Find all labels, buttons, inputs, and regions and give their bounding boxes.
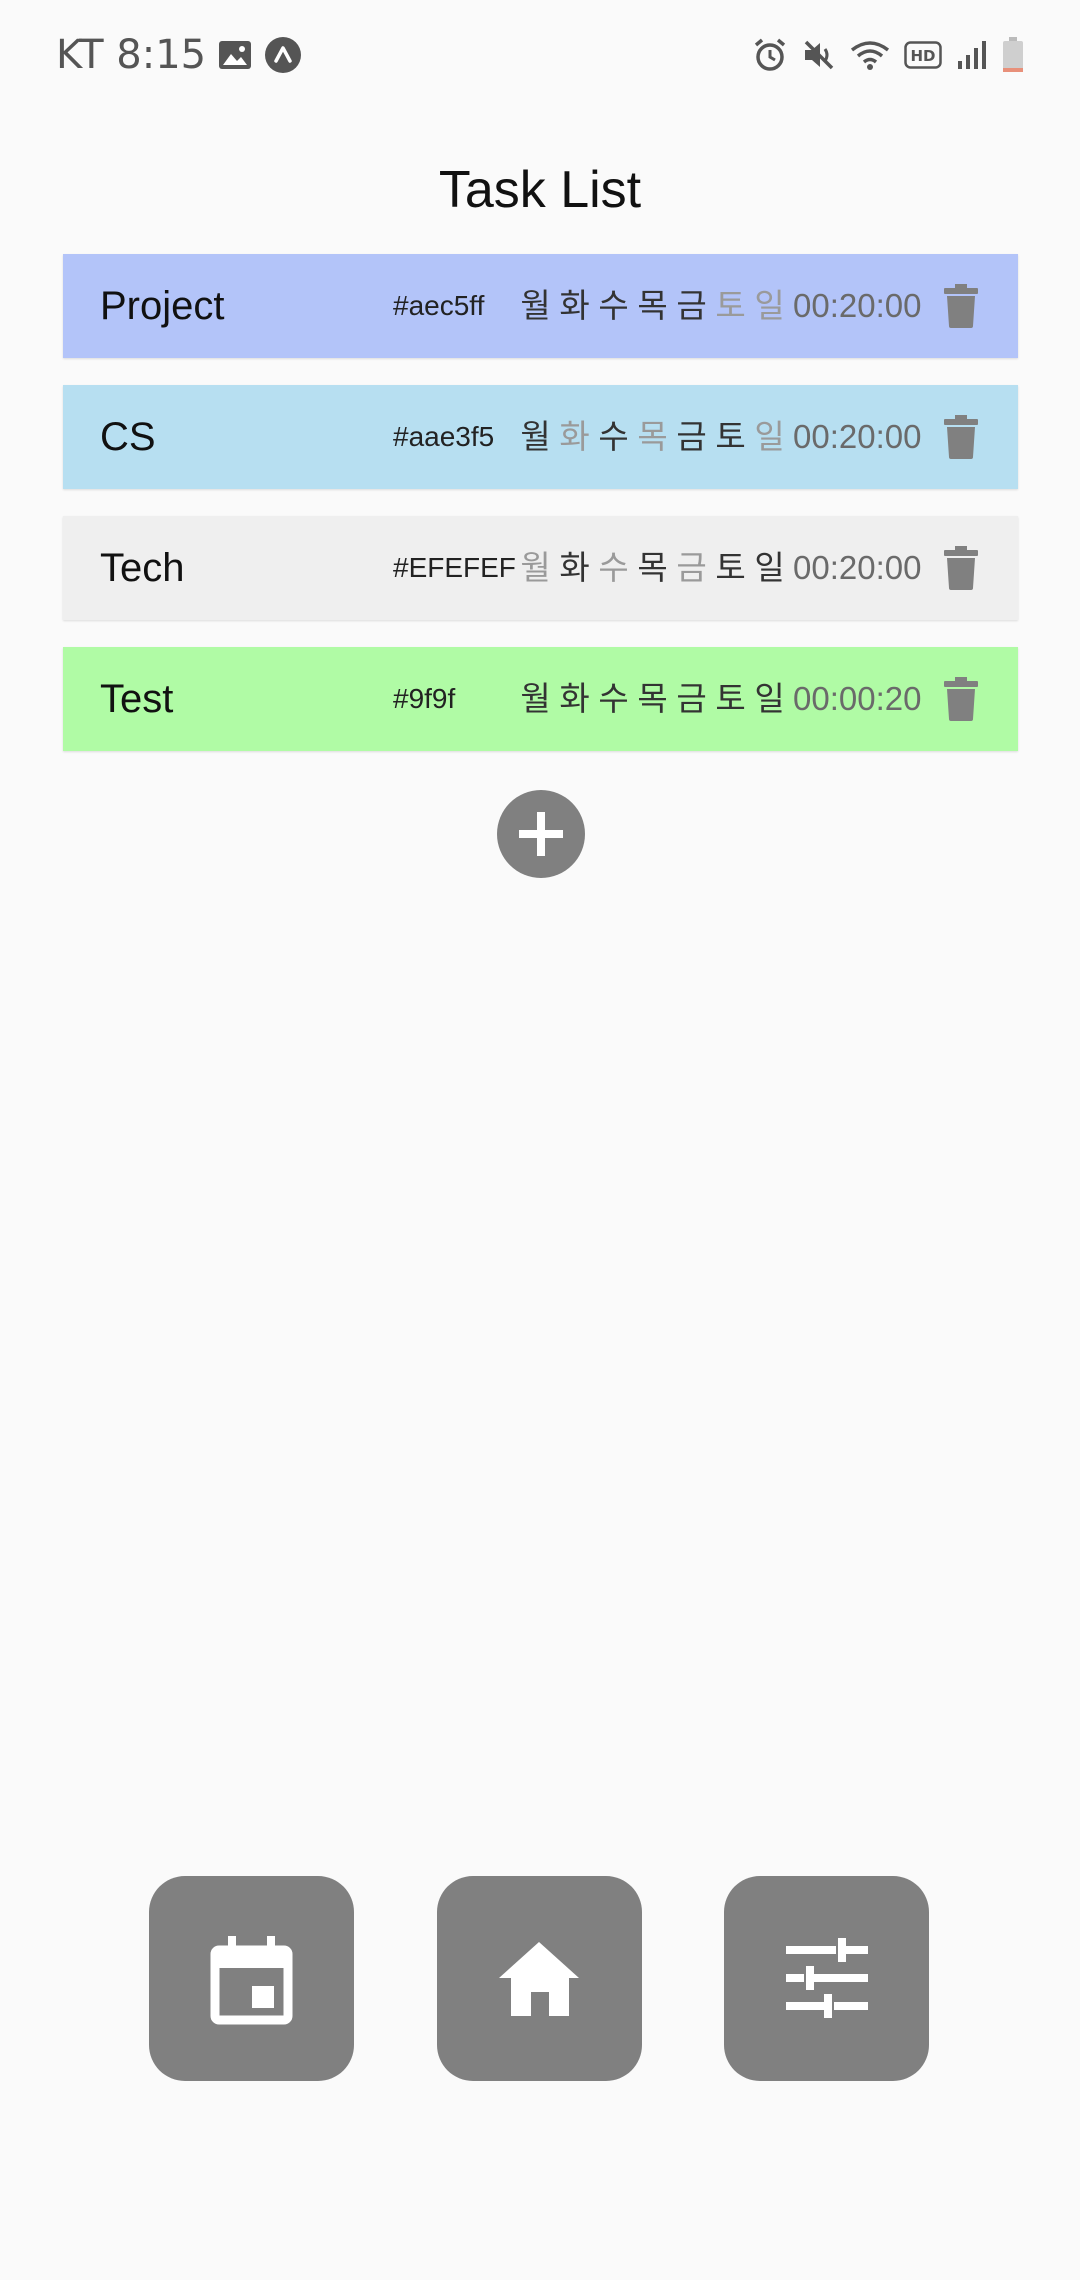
weekday-toggle[interactable]: 토	[713, 254, 748, 358]
task-list: Project #aec5ff 월 화 수 목 금 토 일 00:20:00 CS #aae3f5 월 화…	[63, 254, 1018, 778]
weekday-toggle[interactable]: 목	[635, 385, 670, 489]
image-icon	[218, 40, 252, 70]
wifi-icon	[850, 38, 890, 72]
weekday-toggle[interactable]: 월	[518, 647, 553, 751]
calendar-icon	[210, 1936, 293, 2025]
task-duration[interactable]: 00:00:20	[793, 647, 921, 751]
weekday-toggle[interactable]: 토	[713, 385, 748, 489]
weekday-selector: 월화수목금토일	[518, 385, 787, 489]
app-notification-icon	[264, 36, 302, 74]
weekday-toggle[interactable]: 화	[557, 254, 592, 358]
weekday-toggle[interactable]: 수	[596, 647, 631, 751]
weekday-selector: 월화수목금토일	[518, 647, 787, 751]
plus-icon	[519, 812, 563, 856]
weekday-toggle[interactable]: 월	[518, 385, 553, 489]
delete-task-button[interactable]	[944, 546, 978, 590]
weekday-selector: 월화수목금토일	[518, 254, 787, 358]
task-duration[interactable]: 00:20:00	[793, 254, 921, 358]
weekday-toggle[interactable]: 목	[635, 254, 670, 358]
task-color-code: #EFEFEF	[393, 552, 516, 583]
weekday-toggle[interactable]: 화	[557, 516, 592, 620]
mute-icon	[802, 38, 836, 72]
task-row[interactable]: Test #9f9f 월 화 수 목 금 토 일 00:00:20	[63, 647, 1018, 751]
page-title: Task List	[438, 161, 642, 219]
bottom-nav	[0, 1876, 1080, 2082]
trash-icon	[944, 284, 978, 328]
home-icon	[499, 1942, 579, 2016]
trash-icon	[944, 415, 978, 459]
weekday-toggle[interactable]: 수	[596, 254, 631, 358]
sliders-icon	[786, 1938, 868, 2018]
weekday-toggle[interactable]: 토	[713, 516, 748, 620]
home-button[interactable]	[437, 1876, 642, 2081]
delete-task-button[interactable]	[944, 677, 978, 721]
alarm-icon	[752, 37, 788, 73]
task-duration[interactable]: 00:20:00	[793, 385, 921, 489]
weekday-toggle[interactable]: 목	[635, 647, 670, 751]
status-right: HD	[752, 32, 1024, 78]
status-left: KT 8:15	[56, 30, 302, 80]
weekday-selector: 월화수목금토일	[518, 516, 787, 620]
task-color-code: #9f9f	[393, 683, 456, 714]
task-name: CS	[100, 415, 156, 459]
weekday-toggle[interactable]: 일	[752, 647, 787, 751]
delete-task-button[interactable]	[944, 284, 978, 328]
weekday-toggle[interactable]: 금	[674, 516, 709, 620]
carrier-time: KT 8:15	[56, 32, 207, 78]
settings-button[interactable]	[724, 1876, 929, 2081]
task-color-code: #aae3f5	[393, 421, 495, 452]
task-row[interactable]: Project #aec5ff 월 화 수 목 금 토 일 00:20:00	[63, 254, 1018, 358]
delete-task-button[interactable]	[944, 415, 978, 459]
signal-icon	[956, 39, 988, 71]
weekday-toggle[interactable]: 일	[752, 385, 787, 489]
task-row[interactable]: Tech #EFEFEF 월 화 수 목 금 토 일 00:20:00	[63, 516, 1018, 620]
weekday-toggle[interactable]: 금	[674, 254, 709, 358]
task-name: Test	[100, 677, 174, 721]
status-bar: KT 8:15 HD	[0, 0, 1080, 110]
hd-icon: HD	[904, 41, 942, 69]
weekday-toggle[interactable]: 월	[518, 516, 553, 620]
weekday-toggle[interactable]: 금	[674, 647, 709, 751]
trash-icon	[944, 546, 978, 590]
calendar-button[interactable]	[149, 1876, 354, 2081]
weekday-toggle[interactable]: 수	[596, 516, 631, 620]
task-duration[interactable]: 00:20:00	[793, 516, 921, 620]
weekday-toggle[interactable]: 목	[635, 516, 670, 620]
weekday-toggle[interactable]: 수	[596, 385, 631, 489]
weekday-toggle[interactable]: 화	[557, 385, 592, 489]
weekday-toggle[interactable]: 토	[713, 647, 748, 751]
task-color-code: #aec5ff	[393, 290, 485, 321]
weekday-toggle[interactable]: 화	[557, 647, 592, 751]
battery-icon	[1002, 37, 1024, 73]
task-name: Project	[100, 284, 225, 328]
weekday-toggle[interactable]: 일	[752, 254, 787, 358]
task-row[interactable]: CS #aae3f5 월 화 수 목 금 토 일 00:20:00	[63, 385, 1018, 489]
task-name: Tech	[100, 546, 185, 590]
weekday-toggle[interactable]: 월	[518, 254, 553, 358]
add-task-button[interactable]	[497, 790, 585, 878]
trash-icon	[944, 677, 978, 721]
hd-label: HD	[910, 47, 935, 65]
weekday-toggle[interactable]: 금	[674, 385, 709, 489]
weekday-toggle[interactable]: 일	[752, 516, 787, 620]
